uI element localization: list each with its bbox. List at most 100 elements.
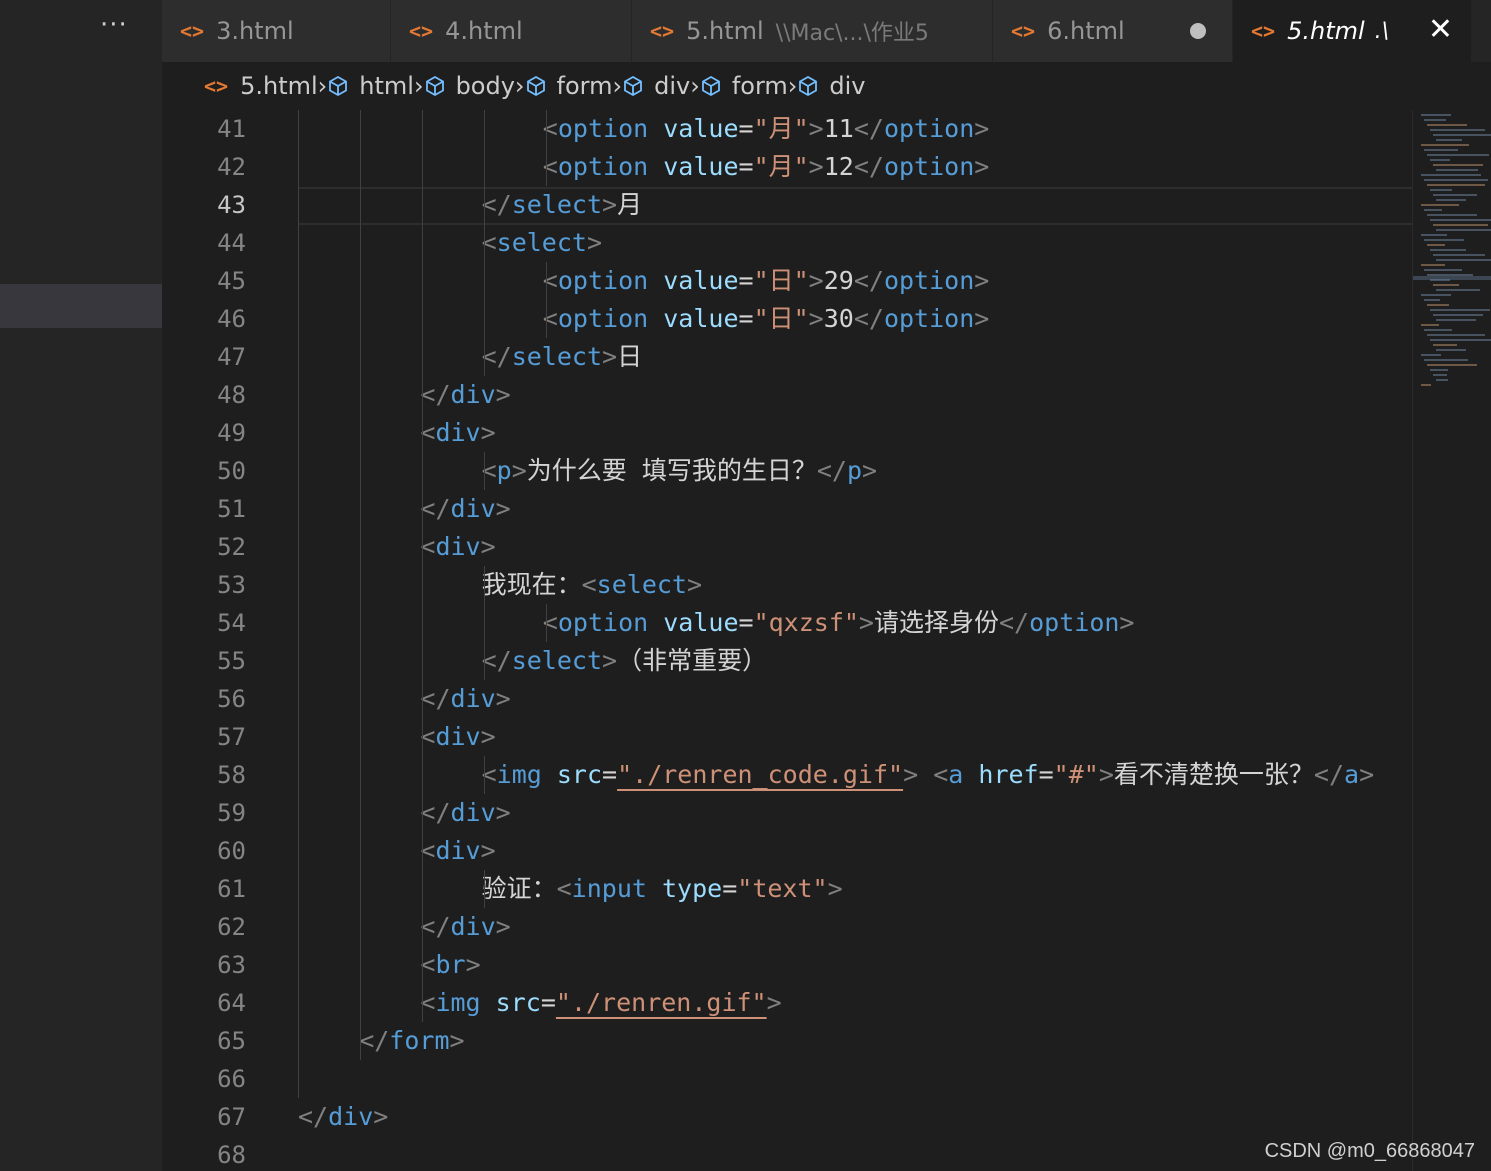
code-line[interactable]: 67 </div>	[162, 1098, 1412, 1136]
code-token: >	[495, 494, 511, 523]
code-token: >	[1359, 760, 1375, 789]
code-token: </	[481, 190, 512, 219]
code-line[interactable]: 50 <p>为什么要 填写我的生日？</p>	[162, 452, 1412, 490]
breadcrumb-item-div[interactable]: div	[622, 72, 690, 100]
breadcrumb-item-html[interactable]: html	[327, 72, 414, 100]
more-actions-icon[interactable]: ···	[100, 10, 128, 40]
line-number: 64	[217, 989, 246, 1017]
indent-guide	[546, 604, 547, 642]
code-line[interactable]: 68	[162, 1136, 1412, 1171]
breadcrumb-item-file[interactable]: <> 5.html	[204, 72, 318, 100]
breadcrumb-item-div-inner[interactable]: div	[797, 72, 866, 100]
code-editor[interactable]: 41 <option value="月">11</option> 42 <option…	[162, 110, 1412, 1171]
line-number: 45	[217, 267, 246, 295]
html-file-icon: <>	[180, 19, 205, 43]
breadcrumb-label: div	[829, 72, 866, 100]
code-line[interactable]: 41 <option value="月">11</option>	[162, 110, 1412, 148]
code-token: >	[808, 114, 824, 143]
minimap[interactable]	[1412, 110, 1491, 1171]
minimap-line	[1427, 334, 1485, 336]
line-number: 60	[217, 837, 246, 865]
code-token: </	[853, 114, 884, 143]
code-token: >	[449, 1026, 465, 1055]
code-line[interactable]: 47 </select>日	[162, 338, 1412, 376]
code-token: >	[602, 190, 618, 219]
breadcrumb-item-form-inner[interactable]: form	[700, 72, 788, 100]
tab-6-html[interactable]: <> 6.html	[993, 0, 1233, 62]
code-token: >	[480, 836, 496, 865]
code-line[interactable]: 52 <div>	[162, 528, 1412, 566]
breadcrumb-label: 5.html	[240, 72, 318, 100]
code-line[interactable]: 65 </form>	[162, 1022, 1412, 1060]
code-line[interactable]: 44 <select>	[162, 224, 1412, 262]
code-line[interactable]: 46 <option value="日">30</option>	[162, 300, 1412, 338]
code-line[interactable]: 58 <img src="./renren_code.gif"> <a href=…	[162, 756, 1412, 794]
minimap-line	[1433, 194, 1477, 196]
code-token: =	[738, 608, 754, 637]
tab-label: 5.html	[686, 17, 764, 45]
selected-explorer-row[interactable]	[0, 284, 162, 328]
tab-5-html-active[interactable]: <> 5.html .\ ✕	[1233, 0, 1472, 62]
code-line[interactable]: 66	[162, 1060, 1412, 1098]
code-token: option	[557, 152, 649, 181]
html-file-icon: <>	[650, 19, 675, 43]
tab-description: .\	[1374, 18, 1390, 44]
code-token: >	[511, 456, 527, 485]
unsaved-dot-icon[interactable]	[1190, 23, 1206, 39]
code-token: </	[853, 266, 884, 295]
tab-5-html-mac[interactable]: <> 5.html \\Mac\...\作业5	[632, 0, 993, 62]
line-number: 67	[217, 1103, 246, 1131]
code-token: =	[602, 760, 618, 789]
code-token: "#"	[1053, 760, 1099, 789]
minimap-line	[1436, 259, 1491, 261]
code-token: >	[974, 304, 990, 333]
tab-4-html[interactable]: <> 4.html	[391, 0, 632, 62]
minimap-line	[1433, 284, 1459, 286]
code-line[interactable]: 53 我现在：<select>	[162, 566, 1412, 604]
code-line[interactable]: 42 <option value="月">12</option>	[162, 148, 1412, 186]
breadcrumb-item-body[interactable]: body	[424, 72, 515, 100]
close-icon[interactable]: ✕	[1428, 12, 1453, 47]
code-line[interactable]: 43 </select>月	[162, 186, 1412, 225]
minimap-line	[1433, 134, 1491, 136]
line-number: 41	[217, 115, 246, 143]
code-token: option	[557, 114, 649, 143]
code-token: =	[1038, 760, 1054, 789]
code-line[interactable]: 57 <div>	[162, 718, 1412, 756]
minimap-line	[1421, 174, 1481, 176]
code-token: a	[948, 760, 964, 789]
code-line[interactable]: 45 <option value="日">29</option>	[162, 262, 1412, 300]
minimap-line	[1436, 229, 1491, 231]
code-text: </div>	[420, 794, 510, 832]
tab-3-html[interactable]: <> 3.html	[162, 0, 391, 62]
minimap-line	[1421, 354, 1441, 356]
code-line[interactable]: 64 <img src="./renren.gif">	[162, 984, 1412, 1022]
tab-label: 3.html	[216, 17, 294, 45]
minimap-line	[1424, 299, 1440, 301]
code-line[interactable]: 51 </div>	[162, 490, 1412, 528]
code-line[interactable]: 49 <div>	[162, 414, 1412, 452]
code-line[interactable]: 55 </select>（非常重要）	[162, 642, 1412, 680]
code-line[interactable]: 48 </div>	[162, 376, 1412, 414]
line-number: 42	[217, 153, 246, 181]
line-number: 47	[217, 343, 246, 371]
minimap-line	[1424, 329, 1452, 331]
code-token: 月	[617, 190, 643, 219]
code-token: >	[480, 722, 496, 751]
minimap-line	[1421, 294, 1451, 296]
breadcrumb-label: form	[556, 72, 613, 100]
breadcrumb-label: div	[654, 72, 691, 100]
code-line[interactable]: 56 </div>	[162, 680, 1412, 718]
code-token: </	[298, 1102, 329, 1131]
minimap-viewport-slider[interactable]	[1413, 276, 1491, 280]
code-line[interactable]: 61 验证：<input type="text">	[162, 870, 1412, 908]
code-line[interactable]: 54 <option value="qxzsf">请选择身份</option>	[162, 604, 1412, 642]
code-line[interactable]: 62 </div>	[162, 908, 1412, 946]
code-line[interactable]: 60 <div>	[162, 832, 1412, 870]
breadcrumb-item-form[interactable]: form	[525, 72, 613, 100]
code-line[interactable]: 59 </div>	[162, 794, 1412, 832]
code-line[interactable]: 63 <br>	[162, 946, 1412, 984]
code-token: div	[328, 1102, 374, 1131]
